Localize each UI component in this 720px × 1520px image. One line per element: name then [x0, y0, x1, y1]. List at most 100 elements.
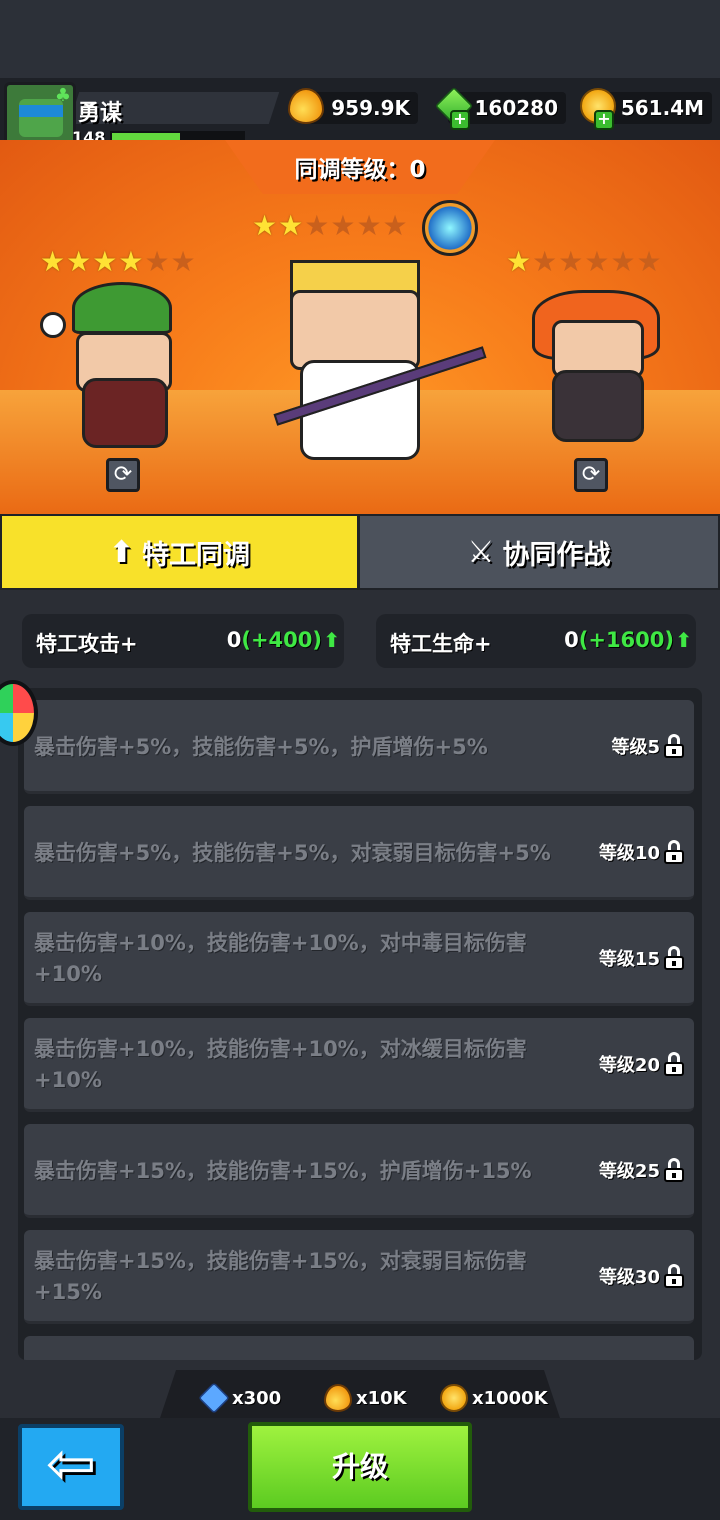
perk-row: 暴击伤害+15%，技能伤害+15%，护盾增伤+15% 等级25: [24, 1124, 694, 1218]
clover-icon: ♣: [54, 85, 71, 106]
cost-coins: x1000K: [440, 1384, 548, 1412]
staff-orb-icon: [422, 200, 478, 256]
perk-row: 暴击伤害+15%，技能伤害+15%，对衰弱目标伤害+15% 等级30: [24, 1230, 694, 1324]
hero-center[interactable]: [270, 250, 487, 470]
star-empty-icon: ★: [330, 209, 356, 242]
star-empty-icon: ★: [610, 245, 636, 278]
star-empty-icon: ★: [584, 245, 610, 278]
hero-right[interactable]: [526, 290, 676, 460]
stat-current: 0: [564, 628, 579, 652]
avatar-mask: [19, 105, 63, 117]
lock-icon: [664, 946, 684, 970]
perk-level: 等级5: [611, 737, 660, 758]
perk-level: 等级20: [598, 1055, 660, 1076]
stat-hp: 特工生命+ 0(+1600) ⬆: [376, 614, 696, 668]
tab-label: 特工同调: [142, 539, 251, 571]
hero-head: [290, 290, 420, 370]
perk-text: 暴击伤害+5%，技能伤害+5%，对衰弱目标伤害+5%: [34, 840, 551, 865]
perk-row: 暴击伤害+10%，技能伤害+10%，对中毒目标伤害+10% 等级15: [24, 912, 694, 1006]
resource-value: 561.4M: [620, 96, 704, 120]
stat-label: 特工攻击+: [36, 632, 138, 656]
star-empty-icon: ★: [356, 209, 382, 242]
stat-label: 特工生命+: [390, 632, 492, 656]
lock-icon: [664, 840, 684, 864]
fire-drop-icon: [324, 1384, 352, 1412]
hero-stars: ★ ★ ★ ★ ★ ★: [252, 212, 408, 240]
stat-current: 0: [226, 628, 242, 652]
resource-gems[interactable]: + 160280: [434, 86, 566, 130]
sync-level-title: 同调等级：0: [294, 157, 426, 183]
hero-body: [82, 378, 168, 448]
resource-value: 959.9K: [331, 96, 410, 120]
star-empty-icon: ★: [304, 209, 330, 242]
star-empty-icon: ★: [636, 245, 662, 278]
perk-row: 暴击伤害+5%，技能伤害+5%，对衰弱目标伤害+5% 等级10: [24, 806, 694, 900]
status-area: [0, 0, 720, 78]
star-filled-icon: ★: [92, 245, 118, 278]
back-button[interactable]: ⇦: [18, 1424, 124, 1510]
stat-bonus: (+400): [241, 628, 322, 652]
star-empty-icon: ★: [144, 245, 170, 278]
swap-icon: ⟳: [113, 462, 133, 487]
upgrade-button[interactable]: 升级: [248, 1422, 472, 1512]
perk-row: 暴击伤害+5%，技能伤害+5%，护盾增伤+5% 等级5: [24, 700, 694, 794]
plus-icon[interactable]: +: [450, 110, 470, 130]
perk-level: 等级25: [598, 1161, 660, 1182]
star-filled-icon: ★: [118, 245, 144, 278]
swap-hero-button[interactable]: ⟳: [574, 458, 608, 492]
star-empty-icon: ★: [558, 245, 584, 278]
star-filled-icon: ★: [278, 209, 304, 242]
stat-bonus: (+1600): [578, 628, 674, 652]
star-filled-icon: ★: [252, 209, 278, 242]
stat-value: 0(+1600): [564, 628, 674, 652]
perk-level: 等级30: [598, 1267, 660, 1288]
elf-hat: [72, 282, 172, 334]
hero-left[interactable]: [40, 282, 190, 462]
hero-body: [552, 370, 644, 442]
fire-drop-icon: [288, 88, 324, 124]
cost-value: x10K: [356, 1387, 407, 1409]
cost-puzzle: x300: [198, 1382, 282, 1414]
puzzle-icon: [198, 1382, 230, 1414]
lock-icon: [664, 734, 684, 758]
perk-text: 暴击伤害+10%，技能伤害+10%，对冰缓目标伤害+10%: [34, 1037, 527, 1092]
stat-value: 0(+400): [227, 628, 322, 652]
tab-co-battle[interactable]: ⚔ 协同作战: [360, 516, 718, 588]
hero-stars: ★ ★ ★ ★ ★ ★: [506, 248, 662, 276]
crossed-swords-icon: ⚔: [467, 534, 495, 570]
up-arrow-icon: ⬆: [675, 628, 692, 652]
resource-coins[interactable]: + 561.4M: [580, 88, 712, 130]
star-empty-icon: ★: [170, 245, 196, 278]
gold-coin-icon: [440, 1384, 468, 1412]
perk-text: 暴击伤害+15%，技能伤害+15%，护盾增伤+15%: [34, 1158, 532, 1183]
cost-value: x300: [232, 1387, 282, 1409]
swap-icon: ⟳: [581, 462, 601, 487]
star-empty-icon: ★: [382, 209, 408, 242]
swap-hero-button[interactable]: ⟳: [106, 458, 140, 492]
perk-list[interactable]: 暴击伤害+5%，技能伤害+5%，护盾增伤+5% 等级5 暴击伤害+5%，技能伤害…: [18, 688, 702, 1360]
resource-value: 160280: [474, 96, 559, 120]
back-arrow-icon: ⇦: [45, 1429, 97, 1499]
lock-icon: [664, 1264, 684, 1288]
star-filled-icon: ★: [506, 245, 532, 278]
perk-level: 等级15: [598, 949, 660, 970]
perk-text: 暴击伤害+10%，技能伤害+10%，对中毒目标伤害+10%: [34, 931, 527, 986]
hero-stars: ★ ★ ★ ★ ★ ★: [40, 248, 196, 276]
upload-arrow-icon: ⬆: [108, 534, 135, 570]
star-empty-icon: ★: [532, 245, 558, 278]
plus-icon[interactable]: +: [594, 110, 614, 130]
star-filled-icon: ★: [40, 245, 66, 278]
perk-row: [24, 1336, 694, 1360]
hat-pompom: [40, 312, 66, 338]
cost-value: x1000K: [472, 1387, 548, 1409]
tab-bar: ⬆ 特工同调 ⚔ 协同作战: [0, 514, 720, 590]
tab-agent-sync[interactable]: ⬆ 特工同调: [2, 516, 357, 588]
tab-label: 协同作战: [502, 539, 611, 571]
player-name: 勇谋: [78, 101, 123, 126]
up-arrow-icon: ⬆: [323, 628, 340, 652]
perk-level: 等级10: [598, 843, 660, 864]
lock-icon: [664, 1158, 684, 1182]
perk-text: 暴击伤害+15%，技能伤害+15%，对衰弱目标伤害+15%: [34, 1249, 527, 1304]
resource-drops[interactable]: 959.9K: [288, 88, 418, 124]
stat-attack: 特工攻击+ 0(+400) ⬆: [22, 614, 344, 668]
